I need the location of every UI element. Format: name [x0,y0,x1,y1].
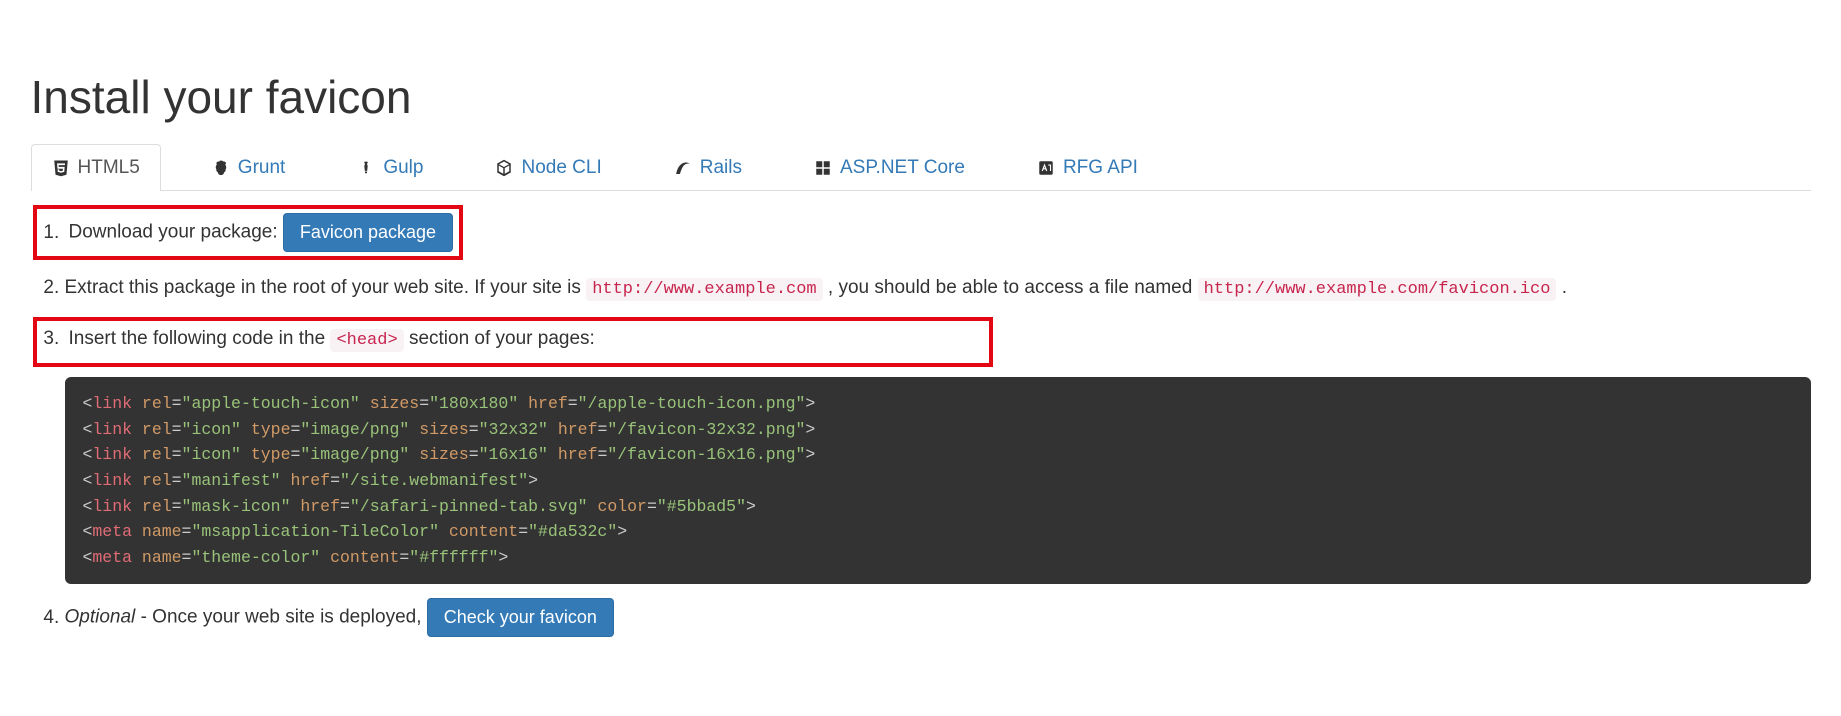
tab-label: RFG API [1063,157,1138,179]
step4-text: - Once your web site is deployed, [141,607,427,628]
tab-gulp[interactable]: Gulp [336,144,444,191]
tabs-bar: HTML5 Grunt Gulp Node CLI Rails [31,144,1811,191]
tab-rfg-api[interactable]: RFG API [1016,144,1159,191]
step2-post: . [1562,277,1567,298]
html5-icon [52,159,70,177]
code-block[interactable]: <link rel="apple-touch-icon" sizes="180x… [65,377,1811,584]
tab-label: ASP.NET Core [840,157,965,179]
tab-label: Node CLI [521,157,601,179]
install-steps: Download your package: Favicon package E… [31,205,1811,637]
tab-html5[interactable]: HTML5 [31,144,161,191]
step-check: Optional - Once your web site is deploye… [65,598,1811,637]
step-insert-code: Insert the following code in the <head> … [65,317,1811,585]
nodejs-icon [495,159,513,177]
step3-post: section of your pages: [409,328,595,349]
step2-pre: Extract this package in the root of your… [65,277,587,298]
tab-label: Grunt [238,157,286,179]
step-extract: Extract this package in the root of your… [65,274,1811,303]
favicon-url: http://www.example.com/favicon.ico [1198,278,1557,301]
optional-label: Optional [65,607,136,628]
check-favicon-button[interactable]: Check your favicon [427,598,614,637]
grunt-icon [212,159,230,177]
step3-pre: Insert the following code in the [69,328,331,349]
tab-label: HTML5 [78,157,140,179]
rails-icon [674,159,692,177]
page-title: Install your favicon [31,70,1811,124]
step2-mid: , you should be able to access a file na… [828,277,1198,298]
head-tag: <head> [330,329,403,352]
tab-label: Rails [700,157,742,179]
tab-label: Gulp [383,157,423,179]
tab-rails[interactable]: Rails [653,144,763,191]
tab-grunt[interactable]: Grunt [191,144,307,191]
step1-text: Download your package: [69,222,278,243]
dotnet-icon [814,159,832,177]
gulp-icon [357,159,375,177]
favicon-package-button[interactable]: Favicon package [283,213,453,252]
tab-node-cli[interactable]: Node CLI [474,144,622,191]
api-icon [1037,159,1055,177]
example-url: http://www.example.com [586,278,822,301]
tab-aspnet-core[interactable]: ASP.NET Core [793,144,986,191]
step-download: Download your package: Favicon package [65,205,1811,260]
